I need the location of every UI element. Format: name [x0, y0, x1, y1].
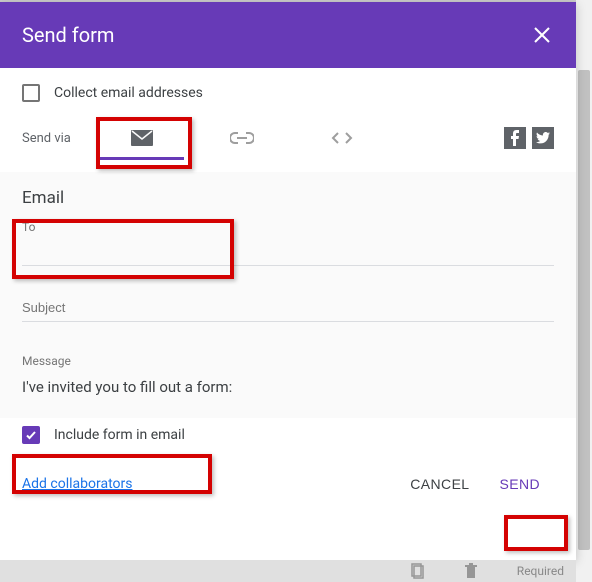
- trash-icon: [465, 563, 477, 579]
- to-field: To: [22, 220, 554, 266]
- facebook-icon: [510, 130, 520, 146]
- include-form-row: Include form in email: [0, 418, 576, 458]
- include-form-checkbox[interactable]: [22, 426, 40, 444]
- email-icon: [130, 129, 154, 147]
- send-via-tabs: [92, 116, 392, 160]
- tab-link[interactable]: [192, 116, 292, 160]
- message-field: Message I've invited you to fill out a f…: [22, 354, 554, 404]
- link-icon: [230, 132, 254, 144]
- required-label: Required: [517, 564, 564, 578]
- include-form-label: Include form in email: [54, 427, 185, 443]
- message-value[interactable]: I've invited you to fill out a form:: [22, 374, 554, 404]
- dialog-title: Send form: [22, 23, 114, 47]
- to-label: To: [22, 220, 554, 234]
- collect-email-label: Collect email addresses: [54, 85, 203, 101]
- background-toolbar: Required: [0, 560, 576, 582]
- send-via-row: Send via: [0, 112, 576, 172]
- collect-email-checkbox[interactable]: [22, 84, 40, 102]
- send-form-dialog: Send form Collect email addresses Send v…: [0, 2, 576, 560]
- twitter-icon: [536, 132, 550, 144]
- social-buttons: [504, 127, 554, 149]
- tab-embed[interactable]: [292, 116, 392, 160]
- scrollbar[interactable]: [576, 0, 592, 582]
- tab-email[interactable]: [92, 116, 192, 160]
- embed-icon: [330, 131, 354, 145]
- to-input[interactable]: [22, 238, 554, 266]
- close-button[interactable]: [530, 23, 554, 47]
- close-icon: [533, 26, 551, 44]
- facebook-button[interactable]: [504, 127, 526, 149]
- add-collaborators-link[interactable]: Add collaborators: [22, 476, 132, 492]
- collect-email-row: Collect email addresses: [0, 68, 576, 112]
- scrollbar-thumb[interactable]: [578, 70, 590, 550]
- subject-field: [22, 294, 554, 322]
- cancel-button[interactable]: CANCEL: [396, 468, 483, 500]
- twitter-button[interactable]: [532, 127, 554, 149]
- subject-input[interactable]: [22, 294, 554, 322]
- email-section: Email To Message I've invited you to fil…: [0, 172, 576, 418]
- dialog-header: Send form: [0, 2, 576, 68]
- copy-icon: [411, 563, 425, 579]
- dialog-footer: Add collaborators CANCEL SEND: [0, 458, 576, 514]
- send-button[interactable]: SEND: [486, 468, 555, 500]
- email-section-title: Email: [22, 188, 554, 208]
- send-via-label: Send via: [22, 131, 92, 146]
- message-label: Message: [22, 354, 554, 368]
